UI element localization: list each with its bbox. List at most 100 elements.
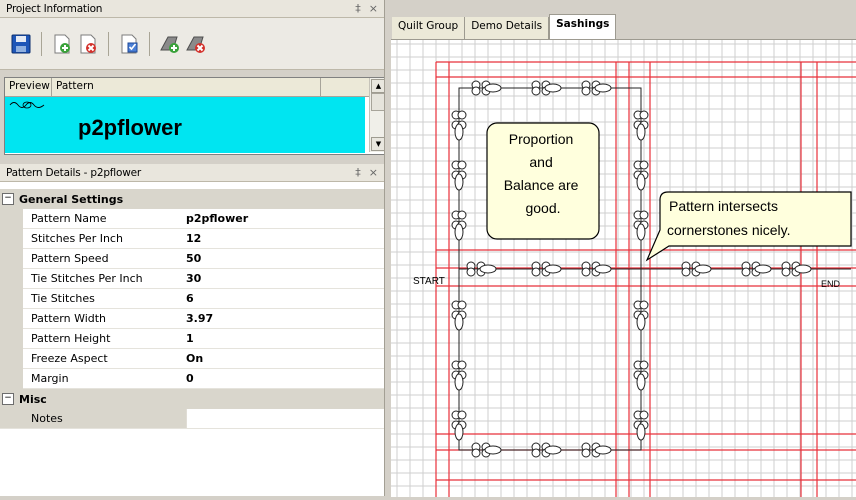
remove-group-icon [186, 36, 205, 53]
document-check-icon [121, 34, 138, 53]
callout2-line: Pattern intersects [669, 198, 778, 214]
flower-motif [681, 261, 712, 277]
misc-section[interactable]: − Misc [0, 389, 384, 409]
flower-motif [633, 210, 649, 241]
property-name: Tie Stitches Per Inch [31, 272, 143, 285]
toolbar-separator [41, 31, 42, 56]
add-pattern-button[interactable] [51, 33, 73, 55]
project-toolbar [0, 18, 384, 70]
close-icon[interactable]: × [369, 2, 378, 15]
callout-proportion: Proportion and Balance are good. [486, 122, 600, 240]
property-name: Tie Stitches [31, 292, 95, 305]
flower-motif [466, 261, 497, 277]
property-name: Pattern Width [31, 312, 107, 325]
save-button[interactable] [10, 33, 32, 55]
flower-motif [741, 261, 772, 277]
property-value[interactable]: 50 [186, 252, 201, 265]
flower-motif [451, 160, 467, 191]
property-row[interactable]: Freeze Aspect On [0, 349, 384, 369]
flower-motif [633, 110, 649, 141]
property-row[interactable]: Stitches Per Inch 12 [0, 229, 384, 249]
flower-motif [451, 300, 467, 331]
tab-demo-details[interactable]: Demo Details [465, 17, 550, 39]
flower-motif [451, 210, 467, 241]
flower-motif [633, 360, 649, 391]
design-canvas[interactable]: START END Proportion and Balance are goo… [391, 39, 856, 497]
floppy-disk-icon [11, 34, 31, 53]
flower-motif [531, 261, 562, 277]
callout1-line: Proportion [509, 131, 574, 147]
property-row[interactable]: Pattern Width 3.97 [0, 309, 384, 329]
tab-sashings[interactable]: Sashings [549, 14, 617, 39]
property-name: Margin [31, 372, 69, 385]
add-document-icon [54, 34, 70, 53]
tab-strip: Quilt Group Demo Details Sashings [392, 14, 617, 39]
property-row[interactable]: Pattern Height 1 [0, 329, 384, 349]
flower-motif [781, 261, 812, 277]
property-grid: − General Settings Pattern Name p2pflowe… [0, 182, 385, 496]
property-value[interactable]: 12 [186, 232, 201, 245]
property-name: Freeze Aspect [31, 352, 108, 365]
property-row-notes[interactable]: Notes [0, 409, 385, 429]
remove-pattern-button[interactable] [77, 33, 99, 55]
property-name: Pattern Height [31, 332, 111, 345]
flower-motif [581, 261, 612, 277]
close-icon[interactable]: × [369, 166, 378, 179]
canvas-drawing: START END Proportion and Balance are goo… [391, 40, 856, 497]
start-label: START [413, 276, 445, 287]
property-value[interactable]: 6 [186, 292, 194, 305]
flower-motif [451, 360, 467, 391]
pin-icon[interactable]: ‡ [355, 166, 361, 179]
flower-motif [633, 410, 649, 441]
general-settings-section[interactable]: − General Settings [0, 189, 384, 209]
pattern-name-cell: p2pflower [78, 115, 182, 140]
add-group-button[interactable] [159, 33, 181, 55]
section-label: General Settings [19, 192, 124, 206]
property-row[interactable]: Margin 0 [0, 369, 384, 389]
toolbar-separator [108, 31, 109, 56]
splitter[interactable] [384, 0, 390, 496]
property-value[interactable]: On [186, 352, 203, 365]
property-name: Pattern Name [31, 212, 107, 225]
property-row[interactable]: Pattern Name p2pflower [0, 209, 384, 229]
property-row[interactable]: Pattern Speed 50 [0, 249, 384, 269]
delete-document-icon [80, 34, 96, 53]
pin-icon[interactable]: ‡ [355, 2, 361, 15]
property-row[interactable]: Tie Stitches 6 [0, 289, 384, 309]
callout1-line: good. [525, 200, 560, 216]
end-label: END [821, 279, 841, 289]
flower-motif [451, 410, 467, 441]
flower-motif [581, 442, 612, 458]
property-name: Notes [31, 412, 63, 425]
collapse-icon[interactable]: − [2, 393, 14, 405]
column-preview[interactable]: Preview [5, 78, 52, 96]
pattern-preview-thumbnail [9, 101, 45, 109]
flower-motif [531, 442, 562, 458]
collapse-icon[interactable]: − [2, 193, 14, 205]
toolbar-separator [149, 31, 150, 56]
property-value[interactable]: 3.97 [186, 312, 213, 325]
callout2-line: cornerstones nicely. [667, 222, 790, 238]
panel-title: Pattern Details - p2pflower [6, 166, 141, 179]
property-value[interactable]: p2pflower [186, 212, 248, 225]
property-value[interactable]: 30 [186, 272, 201, 285]
callout1-line: Balance are [504, 177, 579, 193]
add-group-icon [160, 36, 179, 53]
notes-field[interactable] [186, 409, 385, 428]
edit-pattern-button[interactable] [118, 33, 140, 55]
property-row[interactable]: Tie Stitches Per Inch 30 [0, 269, 384, 289]
flower-motif [633, 300, 649, 331]
property-name: Stitches Per Inch [31, 232, 123, 245]
remove-group-button[interactable] [185, 33, 207, 55]
flower-motif [451, 110, 467, 141]
property-value[interactable]: 0 [186, 372, 194, 385]
property-value[interactable]: 1 [186, 332, 194, 345]
property-name: Pattern Speed [31, 252, 109, 265]
callout1-line: and [529, 154, 552, 170]
pattern-list-row-selected[interactable]: p2pflower [5, 97, 365, 153]
tab-quilt-group[interactable]: Quilt Group [392, 17, 466, 39]
panel-title: Project Information [6, 2, 103, 15]
column-pattern[interactable]: Pattern [52, 78, 321, 96]
project-information-header: Project Information ‡ × [0, 0, 384, 18]
pattern-details-header: Pattern Details - p2pflower ‡ × [0, 164, 384, 182]
